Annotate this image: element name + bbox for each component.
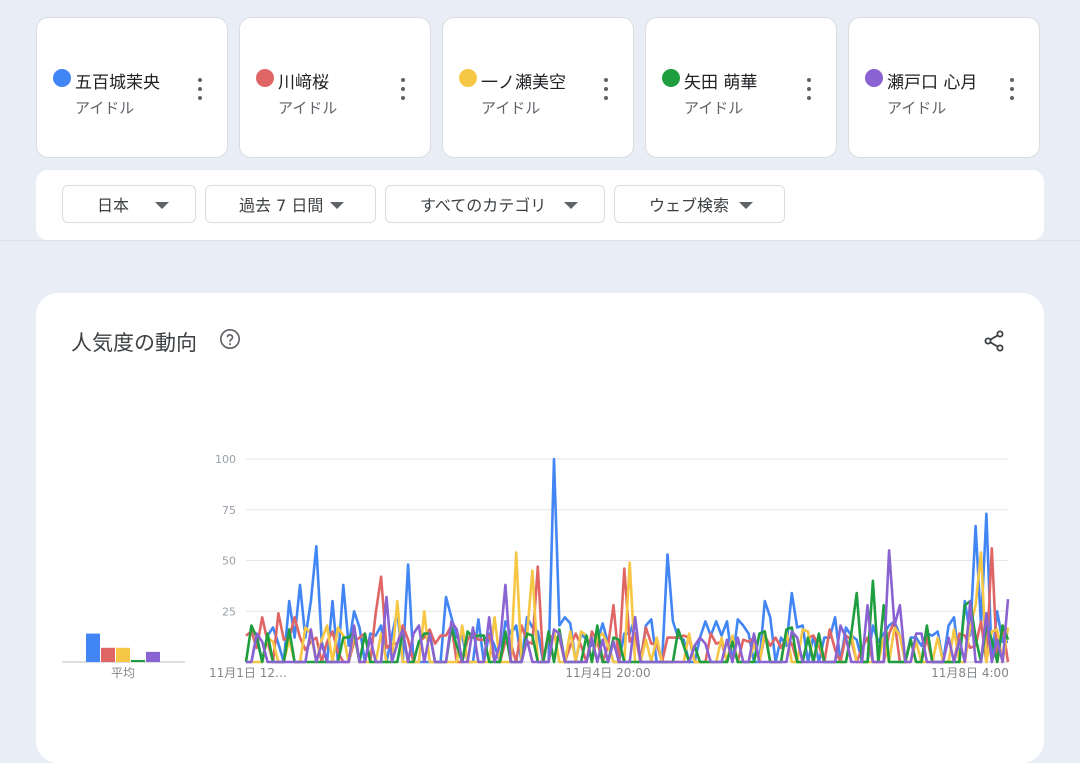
average-bar: [116, 647, 130, 662]
y-tick-label: 25: [222, 605, 236, 618]
average-bar: [101, 647, 115, 662]
y-tick-label: 100: [215, 453, 236, 466]
average-bar: [146, 651, 160, 662]
x-tick-label: 11月4日 20:00: [565, 666, 650, 680]
average-bar: [131, 659, 145, 662]
x-tick-label: 11月1日 12…: [209, 666, 287, 680]
average-bar: [86, 633, 100, 662]
y-tick-label: 50: [222, 555, 236, 568]
average-label: 平均: [111, 666, 135, 680]
x-tick-label: 11月8日 4:00: [931, 666, 1009, 680]
y-tick-label: 75: [222, 504, 236, 517]
trend-chart: 100 75 50 25 11月1日 12… 11月4日 20:00 11月8日 4:00 平…: [62, 453, 1010, 680]
